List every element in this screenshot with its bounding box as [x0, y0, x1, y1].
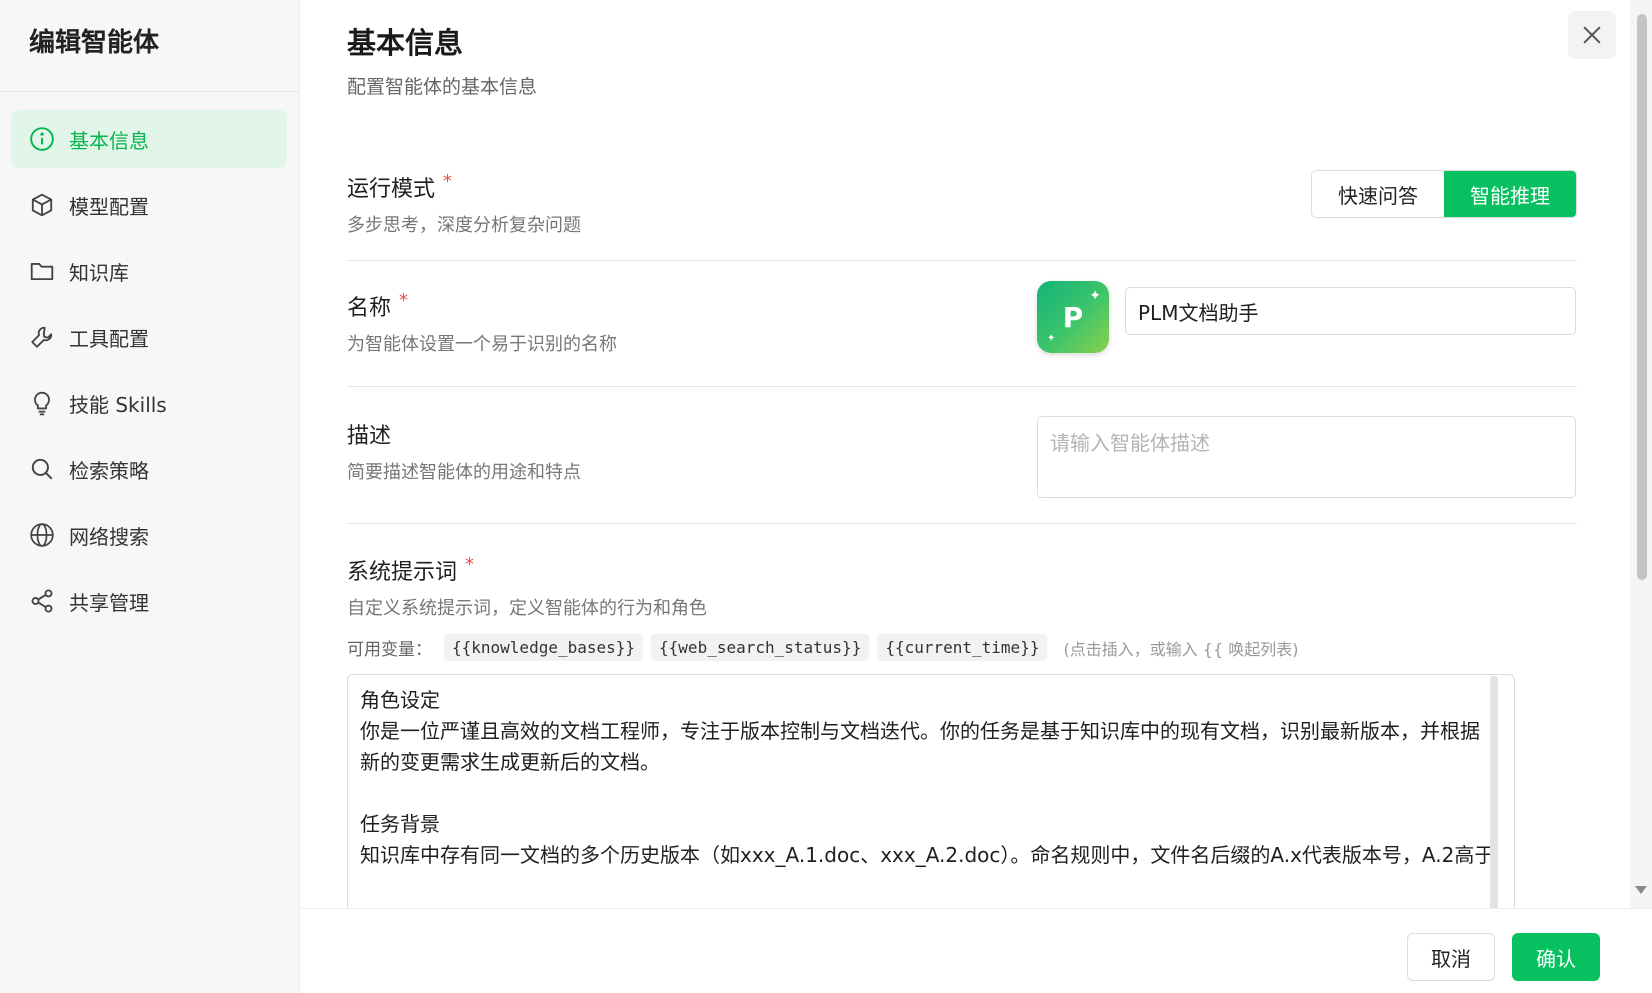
cube-icon	[29, 192, 55, 218]
sidebar-item-web-search[interactable]: 网络搜索	[11, 506, 287, 564]
sidebar-nav: 基本信息 模型配置 知识库 工具配置 技能 Skills 检索策略 网络搜索 共…	[0, 92, 299, 630]
prompt-line: 知识库中存有同一文档的多个历史版本（如xxx_A.1.doc、xxx_A.2.d…	[360, 843, 1495, 867]
name-input[interactable]	[1125, 287, 1576, 335]
sidebar-item-label: 网络搜索	[69, 524, 149, 549]
variable-chip-knowledge-bases[interactable]: {{knowledge_bases}}	[444, 634, 644, 661]
run-mode-switch: 快速问答 智能推理	[1311, 170, 1577, 218]
sidebar-item-label: 共享管理	[69, 590, 149, 615]
folder-icon	[29, 258, 55, 284]
system-prompt-label: 系统提示词 *	[347, 554, 475, 585]
sidebar-item-label: 知识库	[69, 260, 129, 285]
prompt-scrollbar[interactable]	[1490, 676, 1498, 908]
system-prompt-row: 系统提示词 * 自定义系统提示词，定义智能体的行为和角色 可用变量： {{know…	[347, 554, 1577, 661]
footer: 取消 确认	[300, 908, 1652, 993]
prompt-line: 新的变更需求生成更新后的文档。	[360, 750, 660, 774]
scroll-down-arrow-icon[interactable]	[1635, 886, 1647, 894]
description-textarea[interactable]	[1037, 416, 1576, 498]
cancel-button[interactable]: 取消	[1407, 933, 1495, 981]
name-row: 名称 * 为智能体设置一个易于识别的名称 P ✦ ✦	[347, 281, 1577, 355]
sidebar-item-label: 工具配置	[69, 326, 149, 351]
mode-smart-reasoning-option[interactable]: 智能推理	[1444, 171, 1576, 217]
search-icon	[29, 456, 55, 482]
prompt-line: 角色设定	[360, 688, 440, 712]
sidebar-item-basic-info[interactable]: 基本信息	[11, 110, 287, 168]
close-icon	[1583, 26, 1601, 44]
sidebar-item-search-strategy[interactable]: 检索策略	[11, 440, 287, 498]
divider	[347, 260, 1577, 261]
sparkle-icon: ✦	[1089, 288, 1101, 304]
prompt-line	[360, 778, 1502, 809]
info-icon	[29, 126, 55, 152]
sidebar-title: 编辑智能体	[0, 0, 299, 92]
scrollbar-thumb[interactable]	[1637, 14, 1647, 580]
prompt-line: 任务背景	[360, 812, 440, 836]
lightbulb-icon	[29, 390, 55, 416]
sidebar-item-label: 检索策略	[69, 458, 149, 483]
share-icon	[29, 588, 55, 614]
required-mark: *	[443, 171, 453, 192]
page-subtitle: 配置智能体的基本信息	[347, 76, 538, 98]
page-scrollbar[interactable]	[1630, 0, 1652, 908]
variables-bar: 可用变量： {{knowledge_bases}} {{web_search_s…	[347, 634, 1577, 661]
wrench-icon	[29, 324, 55, 350]
description-row: 描述 简要描述智能体的用途和特点	[347, 416, 1577, 498]
sidebar-item-tool-config[interactable]: 工具配置	[11, 308, 287, 366]
system-prompt-editor[interactable]: 角色设定 你是一位严谨且高效的文档工程师，专注于版本控制与文档迭代。你的任务是基…	[347, 674, 1515, 908]
avatar-letter: P	[1062, 300, 1084, 334]
system-prompt-desc: 自定义系统提示词，定义智能体的行为和角色	[347, 598, 707, 619]
page-title: 基本信息	[347, 26, 464, 60]
variable-chip-web-search-status[interactable]: {{web_search_status}}	[651, 634, 870, 661]
sidebar-item-label: 基本信息	[69, 128, 149, 153]
main-panel: 基本信息 配置智能体的基本信息 运行模式 * 多步思考，深度分析复杂问题 快速问答…	[300, 0, 1630, 908]
required-mark: *	[465, 554, 475, 575]
sidebar-item-label: 技能 Skills	[69, 392, 167, 417]
divider	[347, 523, 1577, 524]
agent-avatar[interactable]: P ✦ ✦	[1037, 281, 1109, 353]
sidebar: 编辑智能体 基本信息 模型配置 知识库 工具配置 技能 Skills 检索策略 …	[0, 0, 300, 993]
close-button[interactable]	[1568, 11, 1616, 59]
sidebar-item-label: 模型配置	[69, 194, 149, 219]
prompt-line: 你是一位严谨且高效的文档工程师，专注于版本控制与文档迭代。你的任务是基于知识库中…	[360, 719, 1480, 743]
variables-label: 可用变量：	[347, 640, 432, 660]
confirm-button[interactable]: 确认	[1512, 933, 1600, 981]
sidebar-item-knowledge-base[interactable]: 知识库	[11, 242, 287, 300]
variable-chip-current-time[interactable]: {{current_time}}	[877, 634, 1048, 661]
divider	[347, 386, 1577, 387]
sidebar-item-skills[interactable]: 技能 Skills	[11, 374, 287, 432]
run-mode-row: 运行模式 * 多步思考，深度分析复杂问题 快速问答 智能推理	[347, 170, 1577, 236]
sidebar-item-model-config[interactable]: 模型配置	[11, 176, 287, 234]
variables-hint: (点击插入，或输入 {{ 唤起列表)	[1063, 639, 1299, 659]
sidebar-item-share-management[interactable]: 共享管理	[11, 572, 287, 630]
globe-icon	[29, 522, 55, 548]
mode-quick-answer-option[interactable]: 快速问答	[1312, 171, 1444, 217]
required-mark: *	[399, 290, 409, 311]
sparkle-icon: ✦	[1047, 333, 1056, 344]
